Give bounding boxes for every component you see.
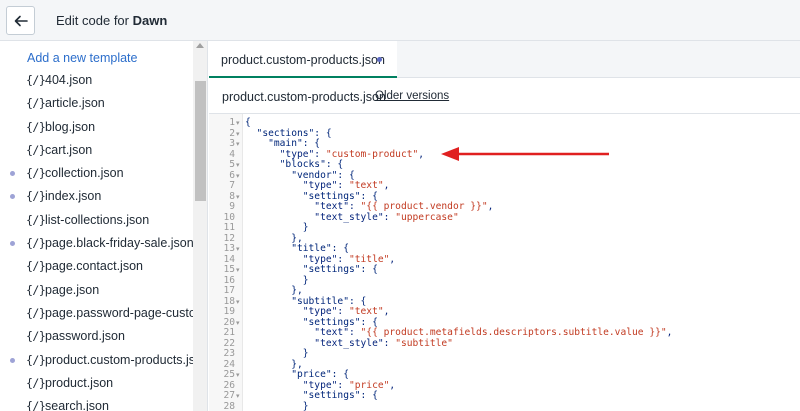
file-name: product.json (45, 375, 114, 390)
file-item[interactable]: {/} page.json (0, 279, 193, 302)
file-item[interactable]: {/} list-collections.json (0, 209, 193, 232)
code-file-icon: {/} (26, 212, 46, 227)
code-file-icon: {/} (26, 236, 46, 251)
annotation-arrow (441, 147, 609, 161)
code-file-icon: {/} (26, 375, 46, 390)
file-item[interactable]: {/} blog.json (0, 116, 193, 139)
top-bar: Edit code for Dawn (0, 0, 800, 41)
file-item[interactable]: {/} product.json (0, 372, 193, 395)
file-item[interactable]: {/} 404.json (0, 69, 193, 92)
add-template-link[interactable]: Add a new template (27, 51, 138, 65)
code-file-icon: {/} (26, 142, 46, 157)
theme-name: Dawn (132, 13, 168, 28)
code-file-icon: {/} (26, 166, 46, 181)
code-file-icon: {/} (26, 282, 46, 297)
code-editor: product.custom-products.json product.cus… (209, 41, 800, 411)
modified-dot-icon (10, 171, 15, 177)
file-name: collection.json (45, 166, 124, 181)
code-file-icon: {/} (26, 399, 46, 411)
code-file-icon: {/} (26, 352, 46, 367)
file-item[interactable]: {/} index.json (0, 185, 193, 208)
file-name: page.password-page-custom (45, 305, 193, 320)
back-button[interactable] (6, 6, 35, 35)
arrow-left-icon (14, 15, 28, 26)
file-name: page.json (45, 282, 100, 297)
file-name: page.black-friday-sale.json (45, 236, 193, 251)
file-item[interactable]: {/} product.custom-products.json (0, 349, 193, 372)
file-name: blog.json (45, 119, 96, 134)
file-name: product.custom-products.json (45, 352, 193, 367)
code-file-icon: {/} (26, 305, 46, 320)
file-name: page.contact.json (45, 259, 143, 274)
file-item[interactable]: {/} article.json (0, 92, 193, 115)
file-name: cart.json (45, 142, 93, 157)
code-file-icon: {/} (26, 329, 46, 344)
file-item[interactable]: {/} collection.json (0, 162, 193, 185)
scroll-thumb[interactable] (195, 81, 206, 201)
page-title: Edit code for Dawn (56, 13, 168, 28)
code-file-icon: {/} (26, 189, 46, 204)
modified-dot-icon (10, 357, 15, 363)
file-name: article.json (45, 96, 105, 111)
code-file-icon: {/} (26, 119, 46, 134)
code-file-icon: {/} (26, 73, 46, 87)
file-name: search.json (45, 399, 109, 411)
file-list: {/} 404.json {/} article.json {/} blog.json {/… (0, 69, 193, 411)
file-item[interactable]: {/} password.json (0, 325, 193, 348)
file-name: index.json (45, 189, 102, 204)
scroll-up-icon[interactable] (196, 43, 204, 48)
file-name: list-collections.json (45, 212, 150, 227)
file-name: 404.json (45, 73, 93, 87)
file-item[interactable]: {/} search.json (0, 395, 193, 411)
file-sidebar: Add a new template {/} 404.json {/} article… (0, 41, 208, 411)
file-item[interactable]: {/} page.password-page-custom (0, 302, 193, 325)
file-item[interactable]: {/} page.black-friday-sale.json (0, 232, 193, 255)
file-name: password.json (45, 329, 125, 344)
code-file-icon: {/} (26, 259, 46, 274)
modified-dot-icon (10, 194, 15, 200)
code-file-icon: {/} (26, 96, 46, 111)
modified-dot-icon (10, 241, 15, 247)
file-item[interactable]: {/} cart.json (0, 139, 193, 162)
file-item[interactable]: {/} page.contact.json (0, 255, 193, 278)
sidebar-scrollbar[interactable] (193, 41, 207, 411)
